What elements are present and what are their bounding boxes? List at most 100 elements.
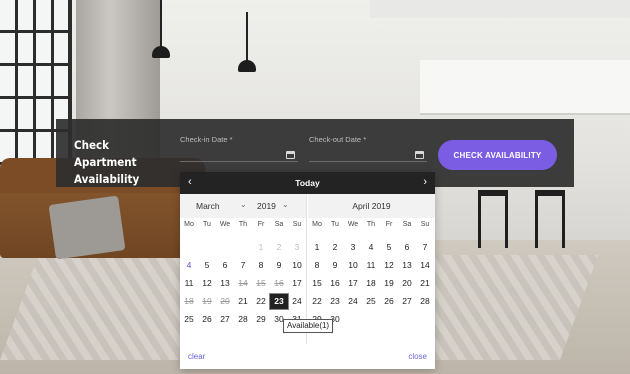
- bar-stool: [478, 190, 508, 248]
- day-cell[interactable]: 19: [198, 294, 216, 309]
- day-cell[interactable]: 1: [308, 240, 326, 255]
- weekday-label: Su: [292, 221, 302, 228]
- availability-title: Check Apartment Availability: [74, 137, 164, 188]
- weekday-label: Th: [366, 221, 376, 228]
- day-cell[interactable]: 24: [344, 294, 362, 309]
- day-cell[interactable]: 28: [234, 312, 252, 327]
- day-cell[interactable]: 27: [216, 312, 234, 327]
- datepicker-popup: ‹ Today › March ⌄ 2019 ⌄ Mo Tu We Th Fr Sa Su …: [180, 172, 435, 369]
- weekday-label: Tu: [203, 221, 211, 228]
- weekday-row: Mo Tu We Th Fr Sa Su: [180, 221, 306, 235]
- day-cell[interactable]: 19: [380, 276, 398, 291]
- day-cell[interactable]: 4: [362, 240, 380, 255]
- day-cell[interactable]: 5: [380, 240, 398, 255]
- weekday-label: Su: [420, 221, 430, 228]
- calendar-icon[interactable]: [286, 151, 295, 159]
- day-cell[interactable]: 8: [252, 258, 270, 273]
- day-cell[interactable]: 18: [180, 294, 198, 309]
- day-cell[interactable]: 17: [288, 276, 306, 291]
- day-cell[interactable]: 12: [380, 258, 398, 273]
- weekday-label: Th: [238, 221, 248, 228]
- weekday-label: Tu: [331, 221, 339, 228]
- day-cell[interactable]: 22: [252, 294, 270, 309]
- day-cell[interactable]: 13: [398, 258, 416, 273]
- day-cell[interactable]: 12: [198, 276, 216, 291]
- day-cell[interactable]: 7: [416, 240, 434, 255]
- day-cell[interactable]: 29: [252, 312, 270, 327]
- availability-tooltip: Available(1): [283, 319, 334, 333]
- weekday-row: Mo Tu We Th Fr Sa Su: [308, 221, 435, 235]
- day-cell[interactable]: 22: [308, 294, 326, 309]
- checkout-date-field[interactable]: Check-out Date *: [309, 132, 427, 170]
- day-cell[interactable]: 9: [270, 258, 288, 273]
- day-cell[interactable]: 10: [344, 258, 362, 273]
- pendant-lamp: [238, 60, 256, 72]
- background-cabinets: [420, 60, 630, 115]
- title-line-2: Availability: [74, 172, 140, 186]
- datepicker-header: ‹ Today ›: [180, 172, 435, 194]
- checkout-label: Check-out Date *: [309, 135, 367, 144]
- day-cell[interactable]: 24: [288, 294, 306, 309]
- day-cell[interactable]: 15: [252, 276, 270, 291]
- close-link[interactable]: close: [408, 352, 427, 361]
- calendar-icon[interactable]: [415, 151, 424, 159]
- checkin-label: Check-in Date *: [180, 135, 233, 144]
- month-select[interactable]: March: [196, 201, 220, 211]
- day-cell[interactable]: 16: [326, 276, 344, 291]
- day-cell[interactable]: 3: [344, 240, 362, 255]
- pendant-lamp: [152, 46, 170, 58]
- day-cell[interactable]: 2: [326, 240, 344, 255]
- day-cell[interactable]: 13: [216, 276, 234, 291]
- day-cell[interactable]: 20: [398, 276, 416, 291]
- datepicker-footer: clear close: [180, 352, 435, 366]
- day-cell[interactable]: 4: [180, 258, 198, 273]
- day-cell[interactable]: 16: [270, 276, 288, 291]
- day-cell[interactable]: 14: [416, 258, 434, 273]
- chevron-down-icon[interactable]: ⌄: [282, 200, 289, 209]
- day-cell[interactable]: 11: [180, 276, 198, 291]
- year-select[interactable]: 2019: [257, 201, 276, 211]
- day-cell[interactable]: 28: [416, 294, 434, 309]
- day-cell[interactable]: 23: [269, 293, 289, 310]
- day-cell[interactable]: 25: [180, 312, 198, 327]
- day-cell: 1: [258, 242, 264, 252]
- chevron-right-icon[interactable]: ›: [423, 176, 427, 188]
- checkin-date-field[interactable]: Check-in Date *: [180, 132, 298, 170]
- day-cell[interactable]: 9: [326, 258, 344, 273]
- day-cell[interactable]: 17: [344, 276, 362, 291]
- day-cell[interactable]: 6: [216, 258, 234, 273]
- day-cell[interactable]: 7: [234, 258, 252, 273]
- weekday-label: Sa: [402, 221, 412, 228]
- day-cell[interactable]: 21: [234, 294, 252, 309]
- day-cell: 2: [276, 242, 282, 252]
- background-blanket: [48, 195, 126, 260]
- today-button[interactable]: Today: [180, 178, 435, 188]
- day-cell[interactable]: 5: [198, 258, 216, 273]
- day-cell[interactable]: 20: [216, 294, 234, 309]
- day-cell[interactable]: 26: [198, 312, 216, 327]
- day-cell[interactable]: 26: [380, 294, 398, 309]
- weekday-label: We: [219, 221, 231, 228]
- day-cell[interactable]: 14: [234, 276, 252, 291]
- day-cell[interactable]: 27: [398, 294, 416, 309]
- check-availability-button[interactable]: CHECK AVAILABILITY: [438, 140, 557, 170]
- day-cell[interactable]: 25: [362, 294, 380, 309]
- month-title: April 2019: [352, 201, 391, 211]
- day-cell[interactable]: 18: [362, 276, 380, 291]
- day-cell[interactable]: 6: [398, 240, 416, 255]
- bar-stool: [535, 190, 565, 248]
- background-beam: [370, 0, 630, 18]
- day-cell[interactable]: 21: [416, 276, 434, 291]
- field-underline: [309, 161, 427, 162]
- clear-link[interactable]: clear: [188, 352, 205, 361]
- day-cell: 3: [294, 242, 300, 252]
- day-cell[interactable]: 8: [308, 258, 326, 273]
- weekday-label: We: [347, 221, 359, 228]
- day-cell[interactable]: 10: [288, 258, 306, 273]
- day-cell[interactable]: 11: [362, 258, 380, 273]
- title-line-1: Check Apartment: [74, 138, 137, 169]
- chevron-down-icon[interactable]: ⌄: [240, 200, 247, 209]
- day-cell[interactable]: 23: [326, 294, 344, 309]
- day-cell[interactable]: 15: [308, 276, 326, 291]
- weekday-label: Sa: [274, 221, 284, 228]
